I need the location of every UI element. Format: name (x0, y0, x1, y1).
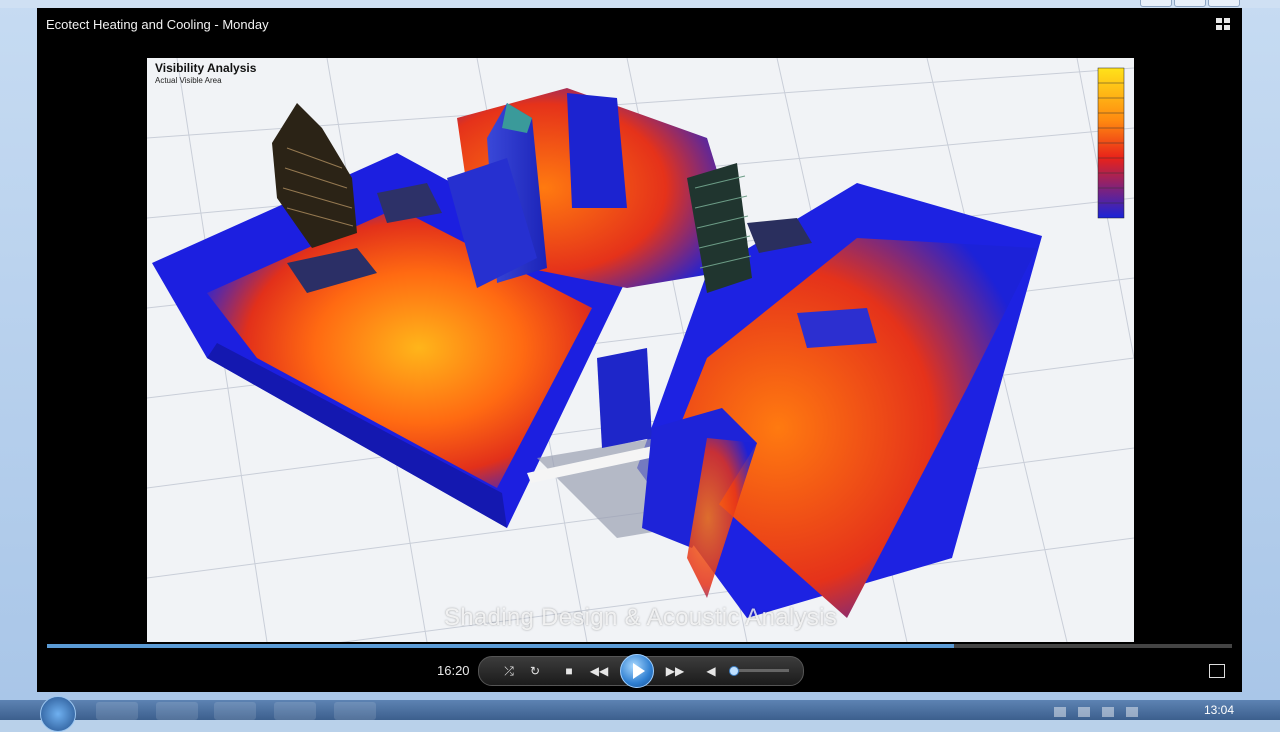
stop-icon[interactable]: ■ (559, 662, 579, 680)
tray-icon[interactable] (1054, 707, 1066, 717)
shuffle-icon[interactable]: ⤮ (499, 662, 519, 680)
taskbar-app-icon[interactable] (334, 702, 376, 720)
volume-tray-icon[interactable] (1126, 707, 1138, 717)
volume-slider[interactable] (729, 666, 789, 676)
maximize-button[interactable] (1174, 0, 1206, 7)
previous-icon[interactable]: ◀◀ (589, 662, 609, 680)
window-top-edge (0, 0, 1280, 8)
volume-knob[interactable] (729, 666, 739, 676)
seek-bar-fill (47, 644, 954, 648)
taskbar-media-icon[interactable] (214, 702, 256, 720)
window-title: Ecotect Heating and Cooling - Monday (46, 17, 269, 32)
taskbar-ie-icon[interactable] (96, 702, 138, 720)
video-subtitle: Shading Design & Acoustic Analysis (443, 604, 838, 631)
analysis-subtitle: Actual Visible Area (155, 76, 222, 85)
repeat-icon[interactable]: ↻ (525, 662, 545, 680)
video-frame[interactable]: Visibility Analysis Actual Visible Area … (147, 58, 1134, 642)
volume-icon[interactable]: ◀ (701, 662, 721, 680)
analysis-title: Visibility Analysis (155, 61, 257, 75)
tray-icon[interactable] (1078, 707, 1090, 717)
visibility-analysis-render (147, 58, 1134, 642)
start-button[interactable] (40, 696, 76, 732)
media-player-window: Ecotect Heating and Cooling - Monday Vis… (37, 8, 1242, 692)
play-icon[interactable] (620, 654, 654, 688)
seek-bar[interactable] (47, 644, 1232, 648)
layout-switch-icon[interactable] (1216, 18, 1232, 32)
taskbar-clock: 13:04 (1203, 703, 1234, 717)
taskbar-folder-icon[interactable] (156, 702, 198, 720)
taskbar: 13:04 (0, 696, 1280, 732)
elapsed-time: 16:20 (437, 663, 470, 678)
close-button[interactable] (1208, 0, 1240, 7)
fullscreen-icon[interactable] (1209, 664, 1225, 678)
taskbar-powerpoint-icon[interactable] (274, 702, 316, 720)
minimize-button[interactable] (1140, 0, 1172, 7)
next-icon[interactable]: ▶▶ (665, 662, 685, 680)
tray-icon[interactable] (1102, 707, 1114, 717)
transport-controls: ⤮ ↻ ■ ◀◀ ▶▶ ◀ (478, 654, 804, 688)
